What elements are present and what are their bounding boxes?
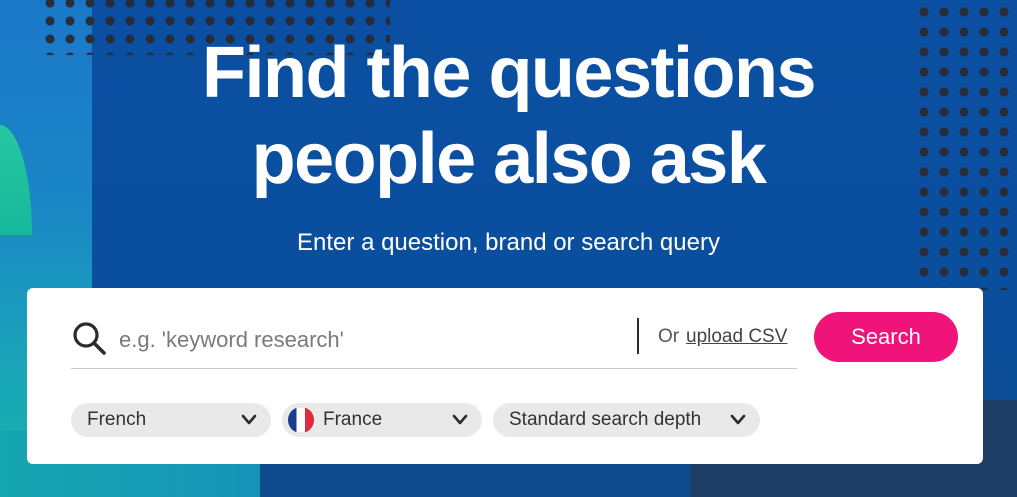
country-select-value: France xyxy=(323,409,383,430)
chevron-down-icon xyxy=(730,414,746,425)
page-title-line-2: people also ask xyxy=(251,119,767,199)
search-depth-select[interactable]: Standard search depth xyxy=(493,403,760,437)
search-card: Or upload CSV Search French France Stand… xyxy=(27,288,983,464)
page-title-line-1: Find the questions xyxy=(202,33,816,113)
search-input[interactable] xyxy=(117,322,631,358)
language-select[interactable]: French xyxy=(71,403,271,437)
hero-section: Find the questions people also ask Enter… xyxy=(0,0,1017,497)
or-label: Or xyxy=(658,326,680,347)
upload-csv-link[interactable]: upload CSV xyxy=(686,326,787,348)
search-icon xyxy=(73,322,106,355)
search-bar: Or upload CSV xyxy=(71,316,797,369)
page-subtitle: Enter a question, brand or search query xyxy=(297,229,720,256)
search-button[interactable]: Search xyxy=(814,312,958,362)
chevron-down-icon xyxy=(241,414,257,425)
search-divider xyxy=(637,318,639,354)
france-flag-icon xyxy=(288,407,314,433)
country-select[interactable]: France xyxy=(282,403,482,437)
search-depth-select-value: Standard search depth xyxy=(509,409,702,430)
language-select-value: French xyxy=(87,409,147,430)
page-title: Find the questions people also ask xyxy=(0,30,1017,202)
chevron-down-icon xyxy=(452,414,468,425)
